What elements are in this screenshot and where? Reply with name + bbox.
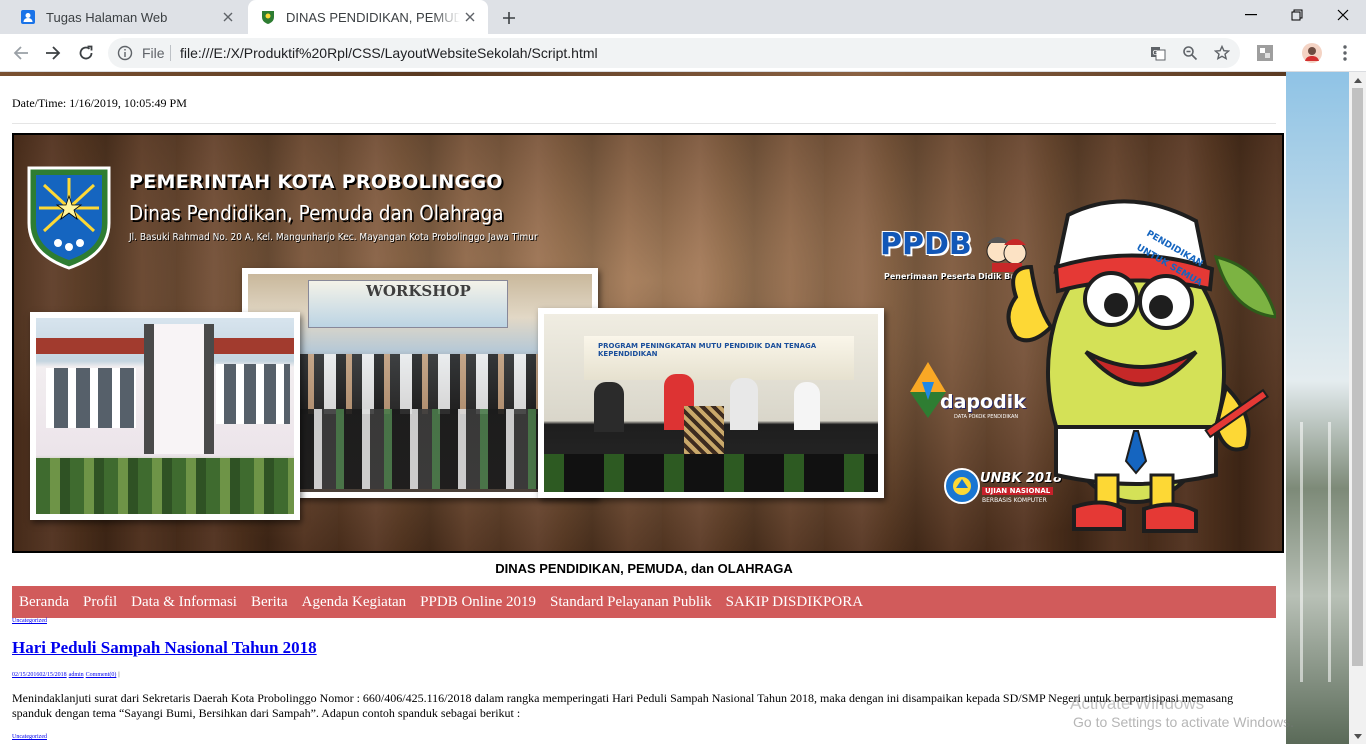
header-banner: PEMERINTAH KOTA PROBOLINGGO Dinas Pendid… [12,133,1284,553]
tut-wuri-logo-icon [944,468,980,504]
site-caption: DINAS PENDIDIKAN, PEMUDA, dan OLAHRAGA [495,561,793,576]
post-author-link[interactable]: admin [69,672,84,678]
extension-icon[interactable] [1254,42,1276,64]
background-photo [1286,72,1349,744]
nav-ppdb-online[interactable]: PPDB Online 2019 [413,586,543,618]
svg-text:G: G [1153,49,1158,57]
nav-data-informasi[interactable]: Data & Informasi [124,586,244,618]
header-strip [0,72,1286,76]
post-category-link[interactable]: Uncategorized [12,618,47,624]
nav-agenda-kegiatan[interactable]: Agenda Kegiatan [295,586,414,618]
post-comments-link[interactable]: Comment(0) [86,672,117,678]
contacts-icon [20,9,36,25]
city-crest-logo [27,166,111,270]
workshop-sign: WORKSHOP [366,282,471,300]
avatar[interactable] [1301,42,1323,64]
post-title-link[interactable]: Hari Peduli Sampah Nasional Tahun 2018 [12,638,317,658]
info-icon[interactable] [117,45,133,61]
tab-tugas-halaman-web[interactable]: Tugas Halaman Web [8,0,246,34]
photo-office-building [30,312,300,520]
close-tab-icon[interactable] [460,7,480,27]
banner-title: PEMERINTAH KOTA PROBOLINGGO [129,171,503,193]
bookmark-star-icon[interactable] [1212,43,1232,63]
url-text[interactable]: file:///E:/X/Produktif%20Rpl/CSS/LayoutW… [180,45,598,61]
address-bar[interactable]: File file:///E:/X/Produktif%20Rpl/CSS/La… [108,38,1240,68]
banner-address: Jl. Basuki Rahmad No. 20 A, Kel. Mangunh… [129,232,538,243]
forward-icon[interactable] [38,38,68,68]
nav-berita[interactable]: Berita [244,586,295,618]
main-navbar: Beranda Profil Data & Informasi Berita A… [12,586,1276,618]
nav-profil[interactable]: Profil [76,586,124,618]
post-meta: 02/15/201602/15/2018 admin Comment(0) | [12,672,120,678]
omnibox-divider [170,45,171,61]
tab-title: Tugas Halaman Web [46,9,168,25]
reload-icon[interactable] [71,38,101,68]
browser-toolbar: File file:///E:/X/Produktif%20Rpl/CSS/La… [0,34,1366,72]
close-tab-icon[interactable] [218,7,238,27]
scroll-up-arrow-icon[interactable] [1349,72,1366,88]
zoom-icon[interactable] [1180,43,1200,63]
activate-windows-subtitle: Go to Settings to activate Windows. [1073,714,1294,730]
photo-seminar: PROGRAM PENINGKATAN MUTU PENDIDIK DAN TE… [538,308,884,498]
close-window-icon[interactable] [1320,0,1366,30]
scroll-thumb[interactable] [1352,88,1363,666]
banner-subtitle: Dinas Pendidikan, Pemuda dan Olahraga [129,201,504,225]
tab-title: DINAS PENDIDIKAN, PEMUDA dan OLAHRAGA [286,9,460,25]
activate-windows-title: Activate Windows [1070,694,1205,713]
scheme-label: File [142,45,165,61]
divider [12,123,1276,124]
nav-standard-pelayanan[interactable]: Standard Pelayanan Publik [543,586,719,618]
page-container: Date/Time: 1/16/2019, 10:05:49 PM PEMERI… [0,72,1294,744]
post-category-link[interactable]: Uncategorized [12,734,47,740]
translate-icon[interactable]: G [1148,43,1168,63]
page-viewport: Date/Time: 1/16/2019, 10:05:49 PM PEMERI… [0,72,1366,744]
tab-dinas-pendidikan[interactable]: DINAS PENDIDIKAN, PEMUDA dan OLAHRAGA [248,0,488,34]
post-body: Menindaklanjuti surat dari Sekretaris Da… [12,691,1234,720]
back-icon[interactable] [6,38,36,68]
mango-mascot: PENDIDIKAN UNTUK SEMUA [1006,199,1276,533]
minimize-icon[interactable] [1228,0,1274,30]
crest-icon [260,9,276,25]
menu-icon[interactable] [1334,42,1356,64]
tab-strip: Tugas Halaman Web DINAS PENDIDIKAN, PEMU… [0,0,1366,34]
ppdb-logo: PPDB [880,227,972,262]
nav-beranda[interactable]: Beranda [12,586,76,618]
scrollbar[interactable] [1349,72,1366,744]
scroll-down-arrow-icon[interactable] [1349,728,1366,744]
datetime-text: Date/Time: 1/16/2019, 10:05:49 PM [12,96,187,110]
new-tab-icon[interactable] [498,7,520,29]
post-date-link[interactable]: 02/15/201602/15/2018 [12,672,67,678]
restore-icon[interactable] [1274,0,1320,30]
nav-sakip[interactable]: SAKIP DISDIKPORA [719,586,870,618]
